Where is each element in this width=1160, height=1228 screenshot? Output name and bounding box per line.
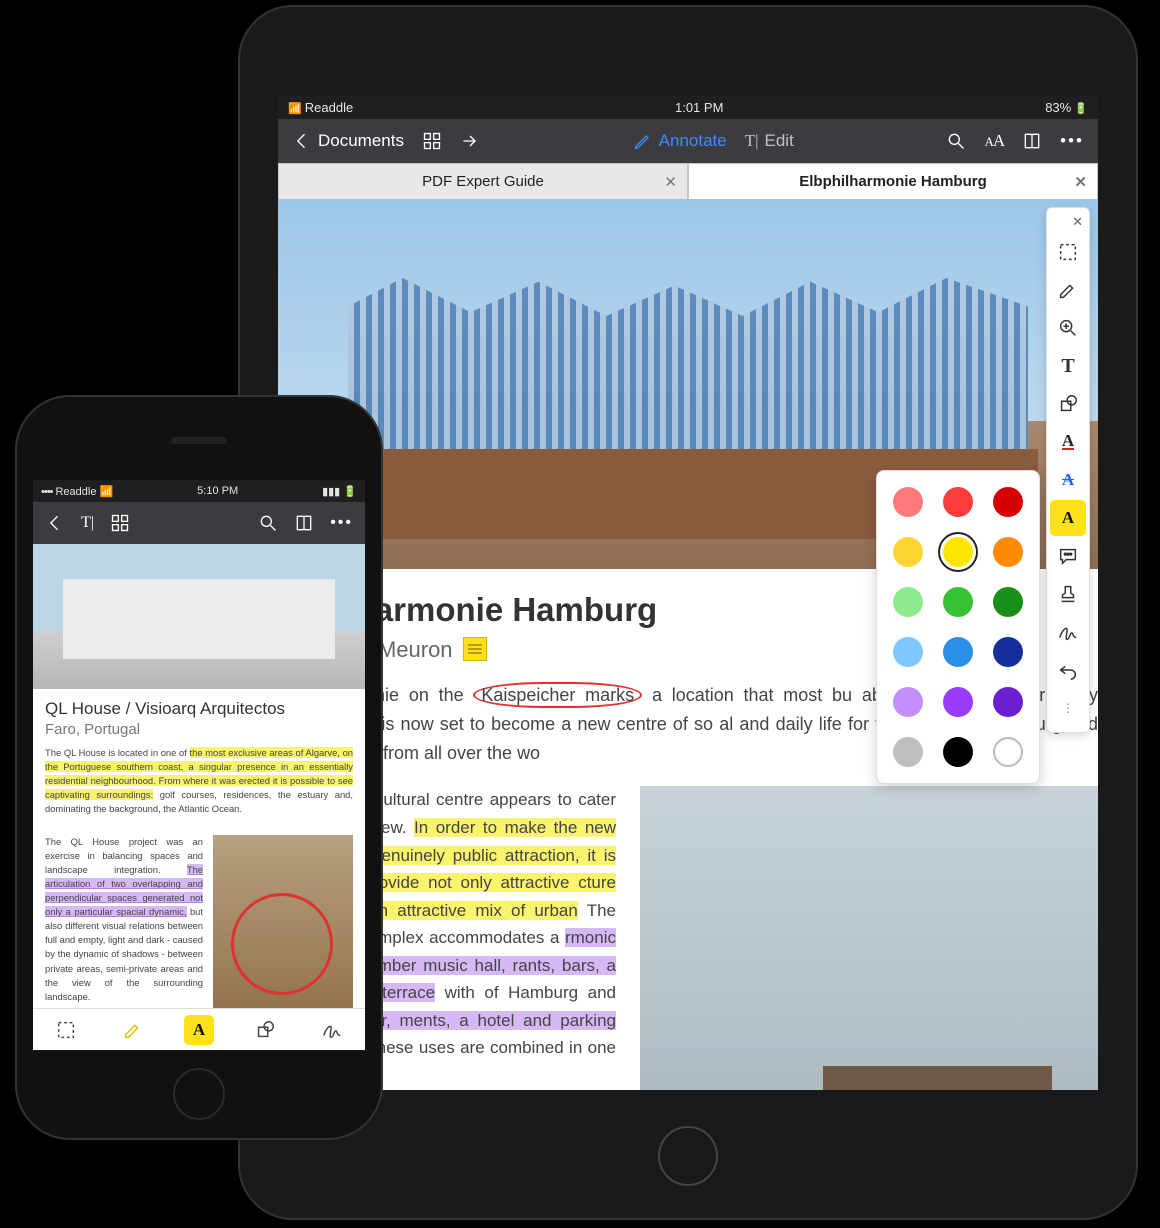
color-swatch[interactable] (943, 487, 973, 517)
iphone-toolbar: T| ••• (33, 502, 365, 544)
document-area[interactable]: QL House / Visioarq Arquitectos Faro, Po… (33, 544, 365, 1008)
bookmark-icon[interactable] (294, 513, 314, 533)
battery-icon: ▮▮▮ 🔋 (322, 485, 357, 498)
close-tab-icon[interactable]: ✕ (664, 173, 677, 191)
iphone-device: •••• Readdle 📶 5:10 PM ▮▮▮ 🔋 T| ••• QL H… (15, 395, 383, 1140)
color-swatch[interactable] (993, 487, 1023, 517)
article-paragraph: The QL House is located in one of the mo… (45, 746, 353, 817)
color-swatch[interactable] (943, 637, 973, 667)
stamp-tool[interactable] (1050, 576, 1086, 612)
article-inset-image (213, 835, 353, 1008)
color-swatch[interactable] (893, 637, 923, 667)
annotation-tool-palette: ✕ T A A A ⋮ (1046, 207, 1090, 733)
tab-title: Elbphilharmonie Hamburg (799, 173, 987, 190)
color-swatch[interactable] (893, 687, 923, 717)
pencil-icon (633, 131, 653, 151)
clock-label: 5:10 PM (197, 485, 238, 497)
close-palette-icon[interactable]: ✕ (1072, 214, 1083, 230)
ipad-home-button[interactable] (658, 1126, 718, 1186)
chevron-left-icon (292, 131, 312, 151)
back-label: Documents (318, 131, 404, 151)
edit-mode-button[interactable]: T| Edit (745, 131, 794, 151)
color-swatch[interactable] (943, 737, 973, 767)
marker-tool[interactable] (1050, 272, 1086, 308)
clock-label: 1:01 PM (675, 100, 723, 115)
article-subtitle: Faro, Portugal (45, 721, 353, 738)
color-swatch[interactable] (893, 737, 923, 767)
carrier-label: •••• Readdle 📶 (41, 485, 113, 498)
bookmark-icon[interactable] (1022, 131, 1042, 151)
annotate-label: Annotate (659, 131, 727, 151)
back-button[interactable]: Documents (292, 131, 404, 151)
font-size-icon[interactable]: AA (984, 131, 1004, 151)
article-inset-image (640, 786, 1098, 1090)
ipad-screen: Readdle 1:01 PM 83% Documents Annotate T… (278, 95, 1098, 1090)
color-swatch[interactable] (993, 687, 1023, 717)
circle-annotation[interactable]: Kaispeicher marks (473, 682, 642, 708)
back-chevron-icon[interactable] (45, 513, 65, 533)
ipad-status-bar: Readdle 1:01 PM 83% (278, 95, 1098, 119)
color-swatch[interactable] (943, 687, 973, 717)
text-cursor-icon[interactable]: T| (81, 514, 94, 532)
article-title: QL House / Visioarq Arquitectos (45, 699, 353, 719)
select-tool[interactable] (1050, 234, 1086, 270)
text-cursor-icon: T| (745, 131, 759, 151)
color-swatch-selected[interactable] (943, 537, 973, 567)
iphone-home-button[interactable] (173, 1068, 225, 1120)
more-icon[interactable]: ••• (1060, 131, 1084, 151)
carrier-label: Readdle (288, 100, 353, 115)
close-tab-icon[interactable]: ✕ (1074, 173, 1087, 191)
color-swatch-none[interactable] (993, 737, 1023, 767)
shape-tool[interactable] (250, 1015, 280, 1045)
select-tool[interactable] (51, 1015, 81, 1045)
iphone-screen: •••• Readdle 📶 5:10 PM ▮▮▮ 🔋 T| ••• QL H… (33, 480, 365, 1050)
color-picker-popover (876, 470, 1040, 784)
color-swatch[interactable] (993, 587, 1023, 617)
iphone-speaker (171, 437, 227, 444)
color-swatch[interactable] (893, 587, 923, 617)
color-swatch[interactable] (993, 637, 1023, 667)
color-swatch[interactable] (943, 587, 973, 617)
zoom-tool[interactable] (1050, 310, 1086, 346)
tab-elbphilharmonie[interactable]: Elbphilharmonie Hamburg ✕ (688, 163, 1098, 199)
strikeout-tool[interactable]: A (1050, 462, 1086, 498)
highlight-tool[interactable]: A (184, 1015, 214, 1045)
underline-tool[interactable]: A (1050, 424, 1086, 460)
tab-bar: PDF Expert Guide ✕ Elbphilharmonie Hambu… (278, 163, 1098, 199)
iphone-bottom-toolbar: A (33, 1008, 365, 1050)
more-icon[interactable]: ••• (330, 514, 353, 532)
marker-tool[interactable] (118, 1015, 148, 1045)
article-paragraph: The QL House project was an exercise in … (45, 835, 203, 1004)
edit-label: Edit (765, 131, 794, 151)
grid-icon[interactable] (422, 131, 442, 151)
color-swatch[interactable] (893, 537, 923, 567)
comment-tool[interactable] (1050, 538, 1086, 574)
sticky-note-icon[interactable] (463, 637, 487, 661)
highlight-tool[interactable]: A (1050, 500, 1086, 536)
color-swatch[interactable] (993, 537, 1023, 567)
tab-pdf-expert-guide[interactable]: PDF Expert Guide ✕ (278, 163, 688, 199)
text-tool[interactable]: T (1050, 348, 1086, 384)
arrow-recent-icon[interactable] (460, 131, 480, 151)
signature-tool[interactable] (317, 1015, 347, 1045)
tab-title: PDF Expert Guide (422, 173, 544, 190)
more-tools[interactable]: ⋮ (1050, 690, 1086, 726)
iphone-status-bar: •••• Readdle 📶 5:10 PM ▮▮▮ 🔋 (33, 480, 365, 502)
grid-icon[interactable] (110, 513, 130, 533)
undo-tool[interactable] (1050, 652, 1086, 688)
battery-label: 83% (1045, 100, 1088, 115)
shape-tool[interactable] (1050, 386, 1086, 422)
hero-image (33, 544, 365, 689)
search-icon[interactable] (258, 513, 278, 533)
ipad-toolbar: Documents Annotate T| Edit AA ••• (278, 119, 1098, 163)
signature-tool[interactable] (1050, 614, 1086, 650)
color-swatch[interactable] (893, 487, 923, 517)
search-icon[interactable] (946, 131, 966, 151)
annotate-mode-button[interactable]: Annotate (633, 131, 727, 151)
